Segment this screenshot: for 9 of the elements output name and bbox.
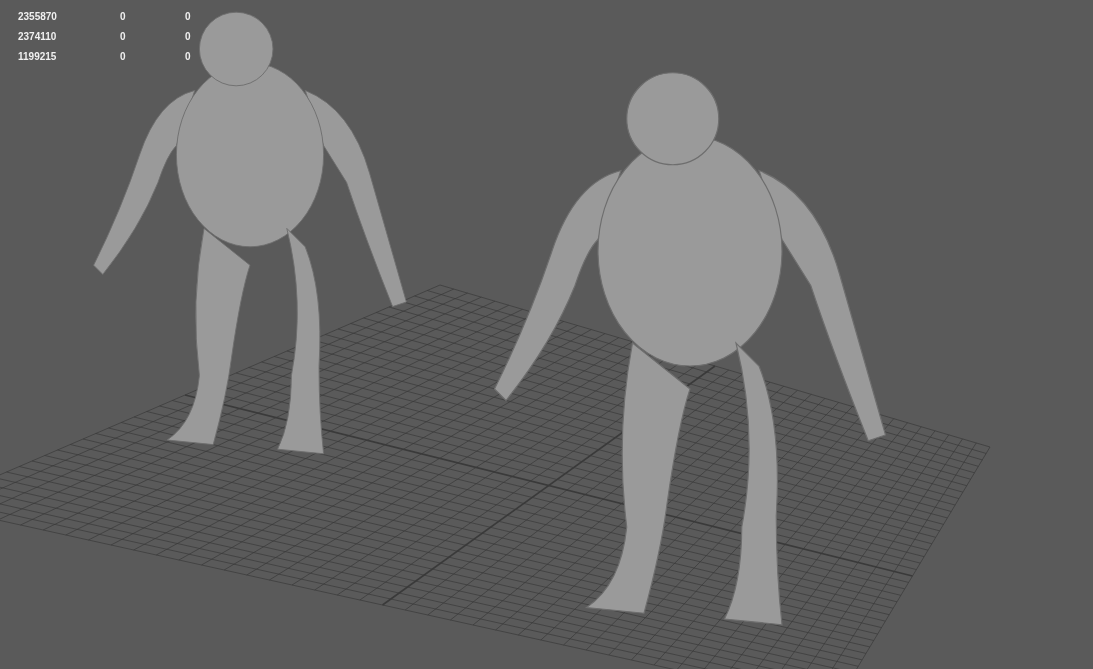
hud-value: 0: [185, 10, 192, 24]
hud-value: 0: [185, 30, 192, 44]
hud-value: 0: [185, 50, 192, 64]
hud-value: 0: [120, 10, 127, 24]
hud-value: 0: [120, 50, 127, 64]
hud-value: 2374110: [18, 30, 58, 44]
hud-value: 1199215: [18, 50, 58, 64]
hud-value: 0: [120, 30, 127, 44]
hud-value: 2355870: [18, 10, 58, 24]
